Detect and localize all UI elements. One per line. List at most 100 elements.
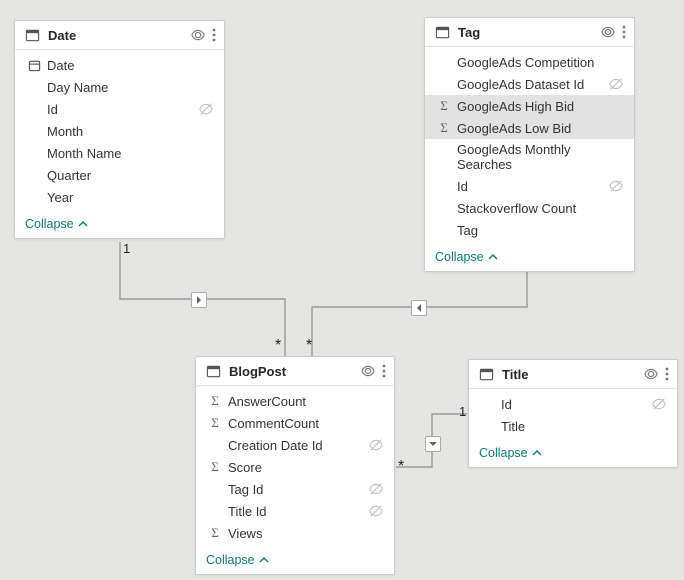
field-label: GoogleAds Competition: [457, 55, 626, 70]
field-row[interactable]: GoogleAds Monthly Searches: [425, 139, 634, 175]
field-label: Id: [47, 102, 198, 117]
field-label: Month Name: [47, 146, 216, 161]
field-row[interactable]: GoogleAds Competition: [425, 51, 634, 73]
visibility-icon[interactable]: [190, 27, 206, 43]
table-icon: [206, 364, 221, 379]
hidden-eye-icon: [651, 396, 669, 412]
sigma-icon: Σ: [206, 393, 224, 409]
visibility-icon[interactable]: [600, 24, 616, 40]
table-title: Tag: [458, 25, 594, 40]
cardinality-blogpost-title-many: *: [398, 458, 404, 476]
table-card-blogpost[interactable]: BlogPost Σ AnswerCount Σ CommentCount Creati…: [195, 356, 395, 575]
field-row[interactable]: GoogleAds Dataset Id: [425, 73, 634, 95]
field-label: Score: [228, 460, 386, 475]
table-card-date[interactable]: Date Date Day Name Id Month Month Name Quarte…: [14, 20, 225, 239]
collapse-button[interactable]: Collapse: [15, 212, 224, 238]
field-row[interactable]: Tag Id: [196, 478, 394, 500]
cardinality-date-one: 1: [123, 241, 130, 256]
field-list-tag: GoogleAds Competition GoogleAds Dataset I…: [425, 47, 634, 245]
more-options-icon[interactable]: [665, 367, 669, 381]
sigma-icon: Σ: [206, 459, 224, 475]
field-row[interactable]: Id: [425, 175, 634, 197]
field-row[interactable]: Σ CommentCount: [196, 412, 394, 434]
table-header-tag[interactable]: Tag: [425, 18, 634, 47]
field-row[interactable]: Id: [15, 98, 224, 120]
field-label: GoogleAds Low Bid: [457, 121, 626, 136]
hidden-eye-icon: [368, 503, 386, 519]
field-list-date: Date Day Name Id Month Month Name Quarter Year: [15, 50, 224, 212]
chevron-up-icon: [78, 219, 88, 229]
more-options-icon[interactable]: [212, 28, 216, 42]
table-card-title[interactable]: Title Id Title Collapse: [468, 359, 678, 468]
relationship-arrow-date-blogpost: [191, 292, 207, 308]
field-row[interactable]: Month: [15, 120, 224, 142]
field-row[interactable]: Σ Views: [196, 522, 394, 544]
field-label: Tag Id: [228, 482, 368, 497]
field-label: Id: [501, 397, 651, 412]
visibility-icon[interactable]: [360, 363, 376, 379]
field-label: Month: [47, 124, 216, 139]
field-row[interactable]: Year: [15, 186, 224, 208]
cardinality-blogpost-tag-many: *: [306, 337, 312, 355]
chevron-up-icon: [488, 252, 498, 262]
collapse-label: Collapse: [25, 217, 74, 231]
cardinality-blogpost-date-many: *: [275, 337, 281, 355]
hidden-eye-icon: [368, 437, 386, 453]
field-row[interactable]: Σ Score: [196, 456, 394, 478]
sigma-icon: Σ: [206, 415, 224, 431]
table-card-tag[interactable]: Tag GoogleAds Competition GoogleAds Datas…: [424, 17, 635, 272]
field-row[interactable]: Σ GoogleAds High Bid: [425, 95, 634, 117]
visibility-icon[interactable]: [643, 366, 659, 382]
field-row[interactable]: ΣGoogleAds Low Bid: [425, 117, 634, 139]
field-row[interactable]: Σ AnswerCount: [196, 390, 394, 412]
field-row[interactable]: Stackoverflow Count: [425, 197, 634, 219]
field-label: GoogleAds Dataset Id: [457, 77, 608, 92]
field-row[interactable]: Creation Date Id: [196, 434, 394, 456]
field-label: Creation Date Id: [228, 438, 368, 453]
collapse-label: Collapse: [206, 553, 255, 567]
collapse-button[interactable]: Collapse: [425, 245, 634, 271]
field-label: GoogleAds High Bid: [457, 99, 626, 114]
table-icon: [479, 367, 494, 382]
table-header-date[interactable]: Date: [15, 21, 224, 50]
field-label: AnswerCount: [228, 394, 386, 409]
collapse-button[interactable]: Collapse: [196, 548, 394, 574]
collapse-button[interactable]: Collapse: [469, 441, 677, 467]
sigma-icon: Σ: [435, 98, 453, 114]
hidden-eye-icon: [198, 101, 216, 117]
table-header-title[interactable]: Title: [469, 360, 677, 389]
calendar-icon: [25, 59, 43, 72]
table-title: Date: [48, 28, 184, 43]
field-label: Title: [501, 419, 669, 434]
relationship-arrow-title-blogpost: [425, 436, 441, 452]
relationship-arrow-tag-blogpost: [411, 300, 427, 316]
field-row[interactable]: Id: [469, 393, 677, 415]
table-icon: [435, 25, 450, 40]
field-row[interactable]: Tag: [425, 219, 634, 241]
field-row[interactable]: Day Name: [15, 76, 224, 98]
field-label: Date: [47, 58, 216, 73]
field-label: CommentCount: [228, 416, 386, 431]
field-label: Views: [228, 526, 386, 541]
field-row[interactable]: Date: [15, 54, 224, 76]
field-label: Quarter: [47, 168, 216, 183]
field-row[interactable]: Title: [469, 415, 677, 437]
field-label: GoogleAds Monthly Searches: [457, 142, 626, 172]
collapse-label: Collapse: [479, 446, 528, 460]
more-options-icon[interactable]: [622, 25, 626, 39]
hidden-eye-icon: [368, 481, 386, 497]
table-header-blogpost[interactable]: BlogPost: [196, 357, 394, 386]
more-options-icon[interactable]: [382, 364, 386, 378]
field-label: Stackoverflow Count: [457, 201, 626, 216]
field-label: Tag: [457, 223, 626, 238]
hidden-eye-icon: [608, 178, 626, 194]
field-row[interactable]: Quarter: [15, 164, 224, 186]
sigma-icon: Σ: [206, 525, 224, 541]
field-row[interactable]: Month Name: [15, 142, 224, 164]
field-list-title: Id Title: [469, 389, 677, 441]
table-title: BlogPost: [229, 364, 354, 379]
cardinality-title-one: 1: [459, 404, 466, 419]
table-title: Title: [502, 367, 637, 382]
field-row[interactable]: Title Id: [196, 500, 394, 522]
chevron-up-icon: [259, 555, 269, 565]
